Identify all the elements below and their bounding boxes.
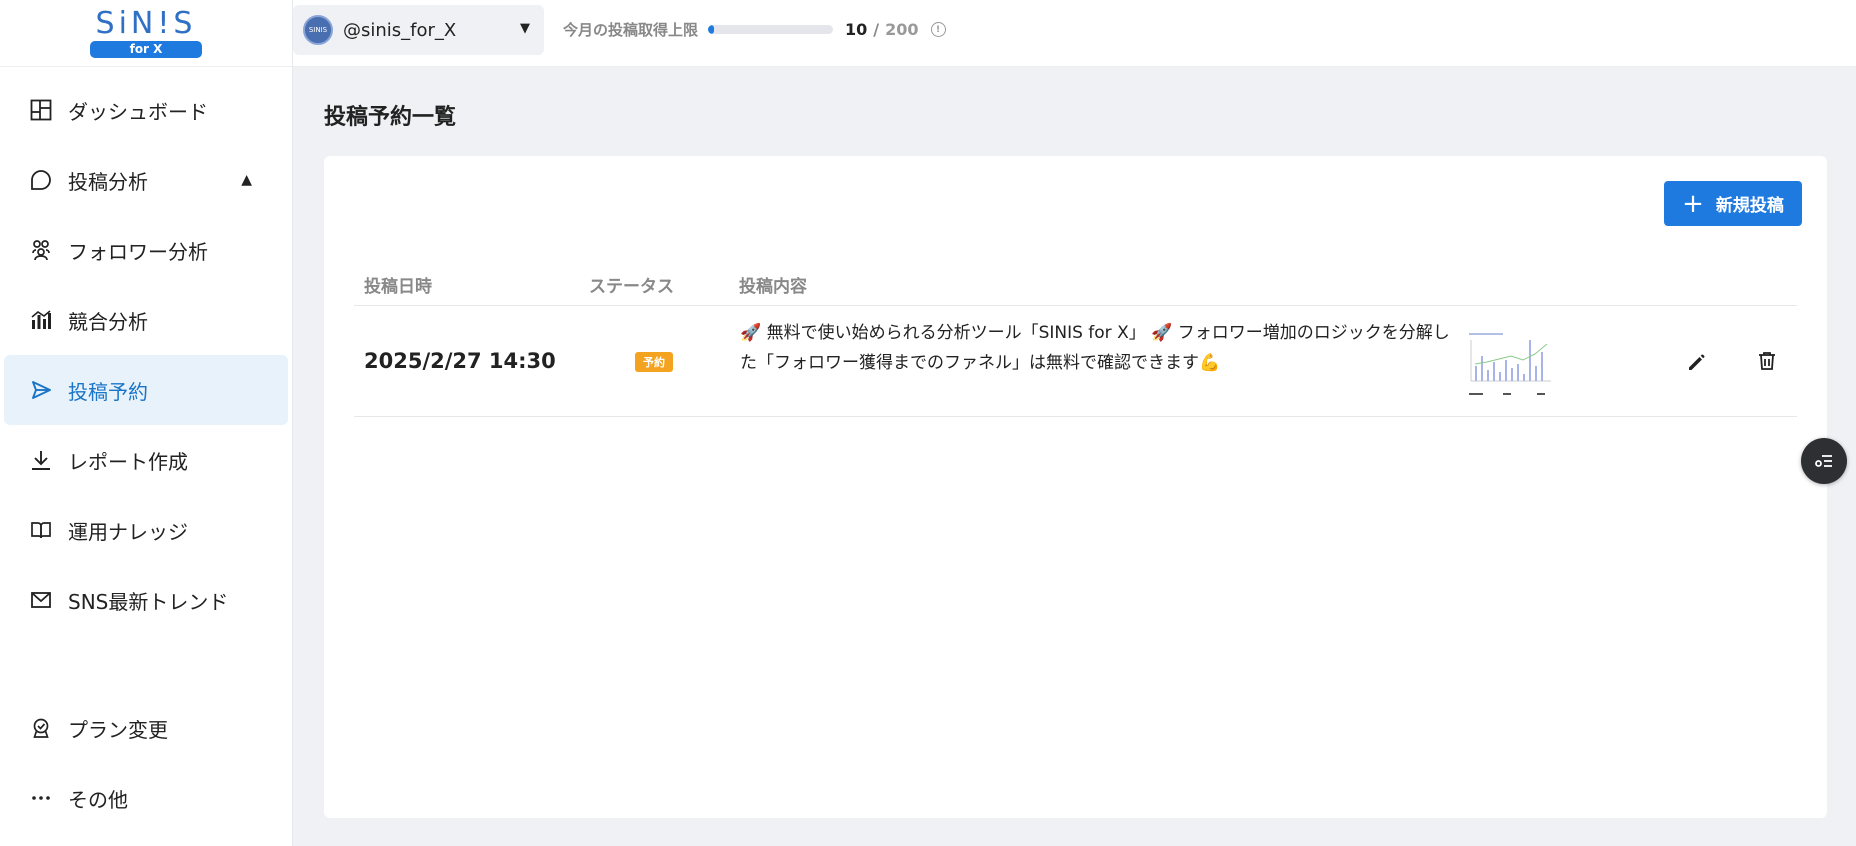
sidebar-item-label: プラン変更: [68, 717, 168, 742]
sidebar-item-follower-analysis[interactable]: フォロワー分析: [4, 215, 288, 285]
send-icon: [28, 377, 54, 403]
page-title: 投稿予約一覧: [324, 105, 457, 130]
caret-up-icon[interactable]: ▲: [241, 172, 252, 188]
post-quota: 今月の投稿取得上限 10 / 200 !: [563, 19, 946, 40]
sidebar-item-label: 競合分析: [68, 309, 148, 334]
account-selector[interactable]: SINIS @sinis_for_X ▼: [293, 5, 544, 55]
sidebar-item-plan-change[interactable]: プラン変更: [4, 693, 288, 763]
post-content: 🚀 無料で使い始められる分析ツール「SINIS for X」 🚀 フォロワー増加…: [740, 323, 1450, 373]
plus-icon: +: [1682, 188, 1704, 219]
quota-label: 今月の投稿取得上限: [563, 21, 699, 39]
sidebar-item-label: ダッシュボード: [68, 99, 208, 124]
speech-bubble-icon: [28, 167, 54, 193]
table-header-divider: [354, 305, 1797, 306]
sidebar-item-competitor-analysis[interactable]: 競合分析: [4, 285, 288, 355]
sidebar-bottom-nav: プラン変更 その他: [0, 693, 292, 833]
logo-text: SiN!S: [95, 5, 197, 41]
book-icon: [28, 517, 54, 543]
quota-used: 10: [845, 20, 868, 39]
sidebar-item-dashboard[interactable]: ダッシュボード: [4, 75, 288, 145]
bar-chart-icon: [28, 307, 54, 333]
chevron-down-icon: ▼: [520, 21, 530, 36]
info-icon[interactable]: !: [930, 22, 946, 37]
edit-pencil-icon[interactable]: [1685, 350, 1709, 374]
column-header-status: ステータス: [589, 277, 674, 297]
download-icon: [28, 447, 54, 473]
post-image-thumbnail[interactable]: [1463, 326, 1555, 404]
account-name: @sinis_for_X: [343, 19, 457, 41]
logo-badge: for X: [90, 40, 202, 58]
new-post-label: 新規投稿: [1715, 196, 1784, 216]
sidebar-item-post-analysis[interactable]: 投稿分析 ▲: [4, 145, 288, 215]
sidebar-item-sns-trends[interactable]: SNS最新トレンド: [4, 565, 288, 635]
mail-icon: [28, 587, 54, 613]
column-header-datetime: 投稿日時: [364, 277, 432, 297]
quota-progress-bar: [708, 25, 834, 34]
sidebar-item-post-schedule[interactable]: 投稿予約: [4, 355, 288, 425]
dashboard-icon: [28, 97, 54, 123]
sidebar-item-label: 投稿予約: [68, 379, 148, 404]
sidebar-nav: ダッシュボード 投稿分析 ▲ フォロワー分析 競合分析 投稿予約 レポート作成 …: [0, 67, 292, 635]
topbar: SINIS @sinis_for_X ▼ 今月の投稿取得上限 10 / 200 …: [293, 0, 1856, 67]
quota-separator: /: [873, 20, 880, 39]
schedule-card: [324, 156, 1827, 818]
sidebar-item-label: その他: [68, 787, 128, 812]
sidebar-item-report[interactable]: レポート作成: [4, 425, 288, 495]
logo[interactable]: SiN!S for X: [0, 0, 292, 67]
sidebar-item-other[interactable]: その他: [4, 763, 288, 833]
sidebar-item-label: 投稿分析: [68, 169, 148, 194]
new-post-button[interactable]: + 新規投稿: [1664, 181, 1802, 226]
more-icon: [28, 785, 54, 811]
sidebar-item-knowledge[interactable]: 運用ナレッジ: [4, 495, 288, 565]
quota-total: 200: [885, 20, 919, 39]
table-row-divider: [354, 416, 1797, 417]
sidebar-item-label: 運用ナレッジ: [68, 519, 188, 544]
sidebar-item-label: SNS最新トレンド: [68, 589, 229, 614]
status-badge: 予約: [635, 352, 673, 372]
task-list-icon[interactable]: [1801, 438, 1847, 484]
row-datetime: 2025/2/27 14:30: [364, 349, 556, 373]
badge-icon: [28, 715, 54, 741]
sidebar: SiN!S for X ダッシュボード 投稿分析 ▲ フォロワー分析 競合分析 …: [0, 0, 293, 846]
avatar: SINIS: [303, 15, 333, 45]
trash-icon[interactable]: [1755, 349, 1779, 373]
quota-progress-fill: [708, 25, 715, 34]
sidebar-item-label: レポート作成: [68, 449, 188, 474]
sidebar-item-label: フォロワー分析: [68, 239, 208, 264]
column-header-content: 投稿内容: [739, 277, 807, 297]
people-icon: [28, 237, 54, 263]
